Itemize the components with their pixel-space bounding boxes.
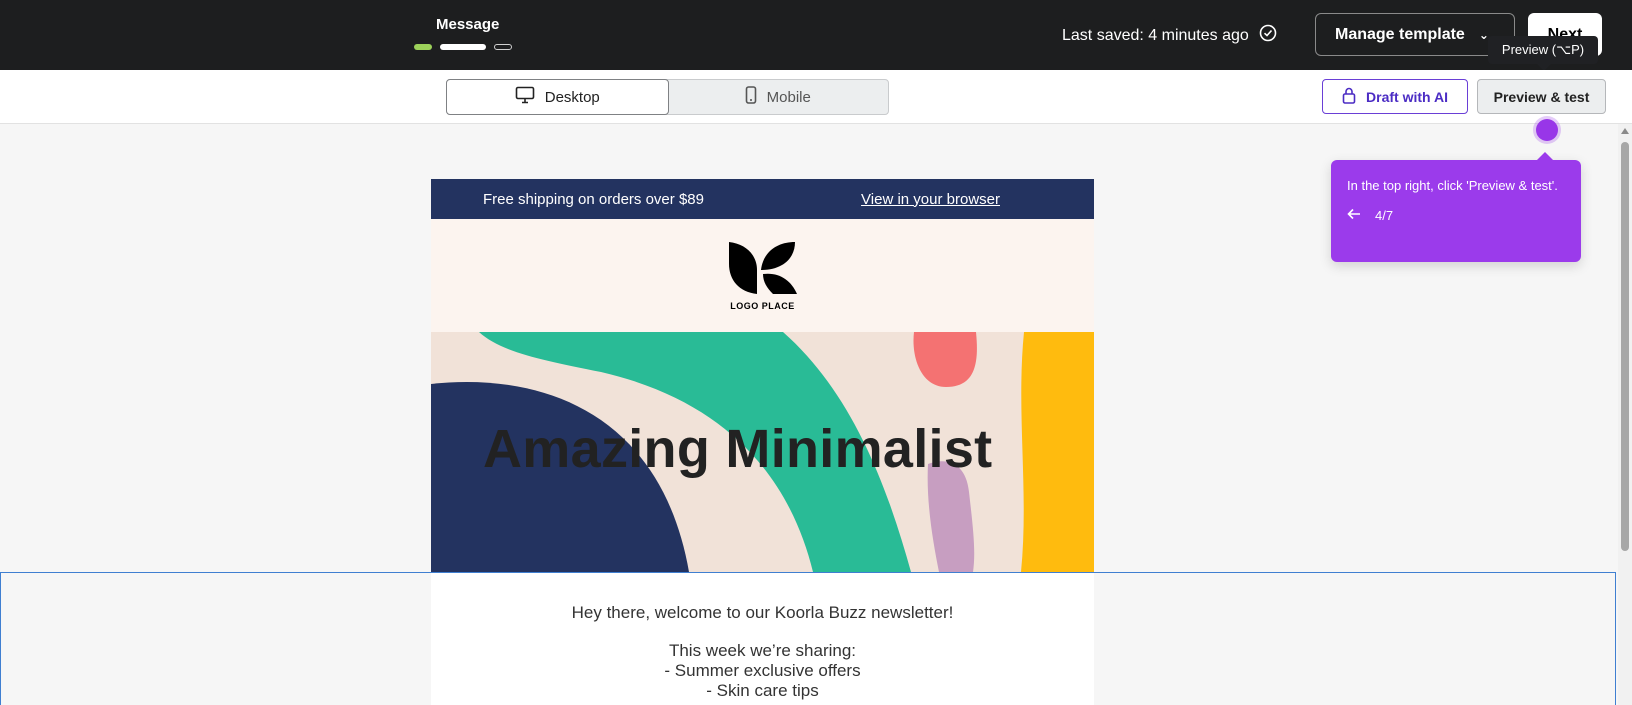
monitor-icon — [515, 86, 535, 108]
phone-icon — [745, 86, 757, 108]
hero-banner[interactable]: Amazing Minimalist — [431, 332, 1094, 572]
device-toggle: Desktop Mobile — [446, 79, 889, 115]
shipping-text: Free shipping on orders over $89 — [483, 190, 704, 208]
logo-block[interactable]: LOGO PLACE — [431, 219, 1094, 332]
scroll-up-arrow-icon[interactable] — [1621, 128, 1629, 134]
email-preview: Free shipping on orders over $89 View in… — [431, 179, 1094, 572]
bullet-item: - Skin care tips — [706, 681, 819, 700]
manage-template-button[interactable]: Manage template ⌄ — [1315, 13, 1515, 56]
preview-test-button[interactable]: Preview & test — [1477, 79, 1606, 114]
logo-text: LOGO PLACE — [730, 301, 795, 311]
step-title: Message — [436, 16, 500, 33]
step-indicator-pending — [494, 44, 512, 50]
logo-image — [727, 240, 799, 299]
guide-navigation: 4/7 — [1347, 206, 1565, 226]
save-status-text: Last saved: 4 minutes ago — [1062, 26, 1249, 44]
check-circle-icon — [1259, 24, 1277, 47]
step-indicator-active — [440, 44, 486, 50]
lock-icon — [1342, 87, 1356, 107]
desktop-tab[interactable]: Desktop — [446, 79, 669, 115]
guide-step-counter: 4/7 — [1375, 208, 1394, 223]
guide-text: In the top right, click 'Preview & test'… — [1347, 178, 1558, 193]
draft-with-ai-label: Draft with AI — [1366, 88, 1448, 105]
hero-title: Amazing Minimalist — [483, 419, 993, 479]
sharing-intro: This week we’re sharing: — [668, 641, 857, 660]
view-in-browser-link[interactable]: View in your browser — [861, 191, 1000, 208]
manage-template-label: Manage template — [1335, 25, 1465, 43]
step-indicator-done — [414, 44, 432, 50]
vertical-scrollbar[interactable] — [1618, 124, 1632, 705]
bullet-item: - Summer exclusive offers — [664, 661, 861, 680]
top-bar: Message Last saved: 4 minutes ago Manage… — [0, 0, 1632, 70]
shortcut-tooltip-text: Preview (⌥P) — [1501, 42, 1585, 57]
mobile-label: Mobile — [766, 88, 811, 106]
back-arrow-icon[interactable] — [1347, 206, 1361, 226]
preview-test-label: Preview & test — [1493, 88, 1590, 105]
text-block[interactable]: Hey there, welcome to our Koorla Buzz ne… — [431, 573, 1094, 705]
email-header-bar[interactable]: Free shipping on orders over $89 View in… — [431, 179, 1094, 219]
greeting-text: Hey there, welcome to our Koorla Buzz ne… — [571, 603, 954, 622]
draft-with-ai-button[interactable]: Draft with AI — [1322, 79, 1468, 114]
desktop-label: Desktop — [544, 88, 600, 106]
guide-hotspot[interactable] — [1536, 119, 1558, 141]
save-status: Last saved: 4 minutes ago — [1062, 24, 1277, 47]
mobile-tab[interactable]: Mobile — [668, 80, 889, 114]
shortcut-tooltip: Preview (⌥P) — [1488, 36, 1598, 71]
scroll-thumb[interactable] — [1621, 142, 1629, 551]
step-progress — [414, 44, 512, 50]
guide-popover: In the top right, click 'Preview & test'… — [1331, 152, 1581, 262]
editor-toolbar: Desktop Mobile Draft with AI Preview & t… — [0, 70, 1632, 124]
